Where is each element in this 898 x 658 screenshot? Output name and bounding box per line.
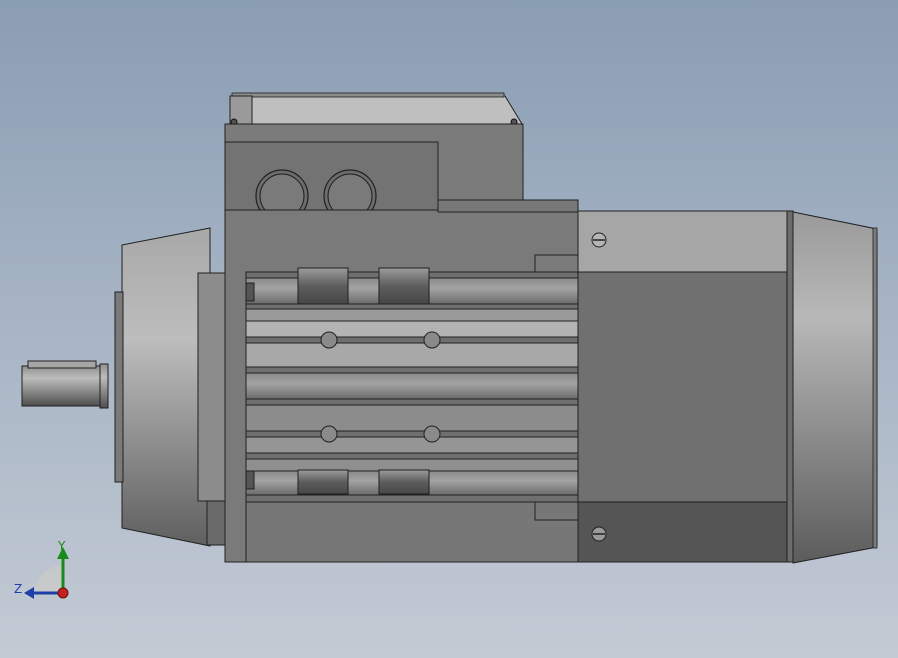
- z-axis-arrow: [24, 587, 34, 599]
- y-axis-label: Y: [58, 539, 66, 553]
- triad-graphic: [24, 547, 69, 599]
- fan-cover: [792, 211, 878, 564]
- z-axis-label: Z: [14, 582, 23, 596]
- stator-housing: [224, 199, 579, 563]
- motor-model[interactable]: [0, 0, 898, 658]
- shaft: [21, 360, 109, 409]
- graphics-viewport[interactable]: Y Z: [0, 0, 898, 658]
- orientation-triad: Y Z: [10, 535, 80, 610]
- x-axis-point: [57, 587, 69, 599]
- stator-end: [577, 210, 794, 563]
